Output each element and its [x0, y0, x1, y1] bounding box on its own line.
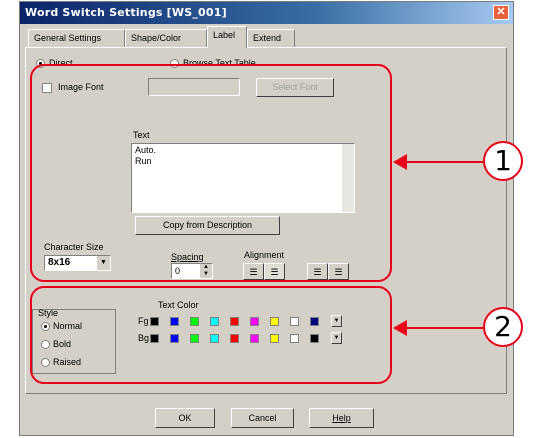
callout-number-1: 1	[483, 141, 523, 181]
help-button[interactable]: Help	[309, 408, 374, 428]
window-title: Word Switch Settings [WS_001]	[25, 6, 227, 19]
callout-arrow-2-line	[405, 327, 484, 329]
callout-box-1	[30, 64, 392, 282]
title-bar: Word Switch Settings [WS_001] ✕	[20, 2, 513, 24]
callout-box-2	[30, 286, 392, 384]
tab-shape-color[interactable]: Shape/Color	[125, 29, 207, 47]
cancel-button[interactable]: Cancel	[231, 408, 294, 428]
callout-arrow-1-line	[405, 161, 484, 163]
tab-label[interactable]: Label	[207, 26, 247, 48]
close-icon[interactable]: ✕	[493, 5, 509, 20]
ok-button[interactable]: OK	[155, 408, 215, 428]
tab-extend[interactable]: Extend	[247, 29, 295, 47]
tab-general-settings[interactable]: General Settings	[28, 29, 125, 47]
callout-number-2: 2	[483, 307, 523, 347]
